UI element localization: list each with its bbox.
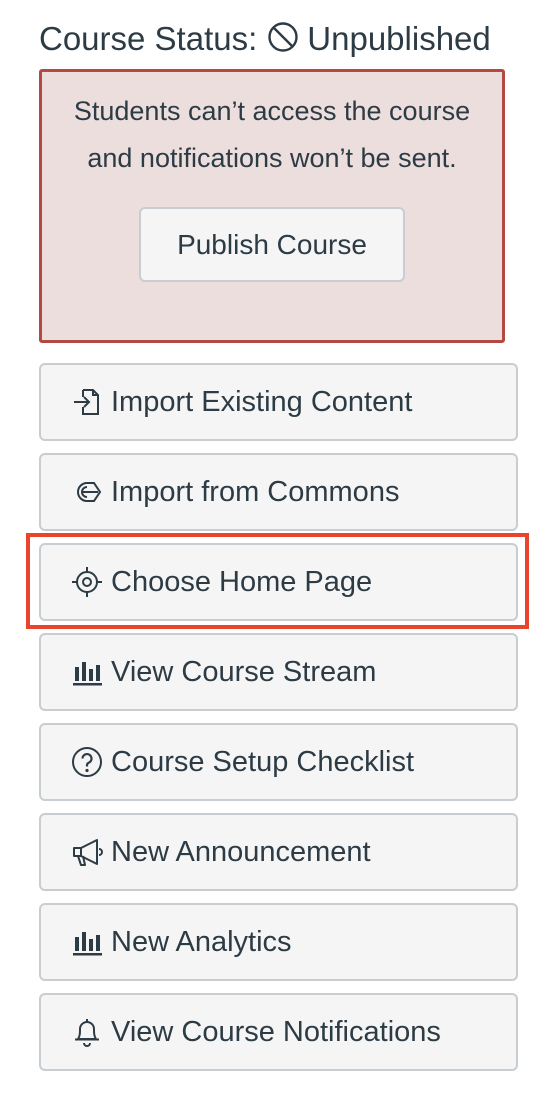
alert-line-2: and notifications won’t be sent.	[87, 143, 457, 173]
import-existing-content-button[interactable]: Import Existing Content	[39, 363, 518, 441]
course-status-value: Unpublished	[307, 20, 491, 57]
import-existing-content-label: Import Existing Content	[111, 385, 413, 418]
megaphone-icon	[69, 834, 105, 870]
new-analytics-label: New Analytics	[111, 925, 292, 958]
commons-icon	[69, 474, 105, 510]
view-course-stream-button[interactable]: View Course Stream	[39, 633, 518, 711]
course-setup-checklist-button[interactable]: Course Setup Checklist	[39, 723, 518, 801]
new-announcement-button[interactable]: New Announcement	[39, 813, 518, 891]
alert-message: Students can’t access the course and not…	[42, 88, 502, 182]
unpublished-alert: Students can’t access the course and not…	[39, 69, 505, 343]
view-course-stream-label: View Course Stream	[111, 655, 377, 688]
bell-icon	[69, 1014, 105, 1050]
publish-course-button[interactable]: Publish Course	[139, 207, 405, 282]
unpublished-icon	[267, 21, 299, 53]
new-analytics-button[interactable]: New Analytics	[39, 903, 518, 981]
choose-home-page-label: Choose Home Page	[111, 565, 373, 598]
course-status: Course Status: Unpublished	[39, 14, 491, 64]
bar-chart-icon	[69, 924, 105, 960]
view-course-notifications-label: View Course Notifications	[111, 1015, 441, 1048]
course-setup-checklist-label: Course Setup Checklist	[111, 745, 415, 778]
import-from-commons-label: Import from Commons	[111, 475, 400, 508]
course-status-label: Course Status:	[39, 20, 258, 57]
alert-line-1: Students can’t access the course	[73, 96, 471, 126]
choose-home-page-button[interactable]: Choose Home Page	[39, 543, 518, 621]
view-course-notifications-button[interactable]: View Course Notifications	[39, 993, 518, 1071]
import-icon	[69, 384, 105, 420]
target-icon	[69, 564, 105, 600]
bar-chart-icon	[69, 654, 105, 690]
question-circle-icon	[69, 744, 105, 780]
import-from-commons-button[interactable]: Import from Commons	[39, 453, 518, 531]
new-announcement-label: New Announcement	[111, 835, 371, 868]
